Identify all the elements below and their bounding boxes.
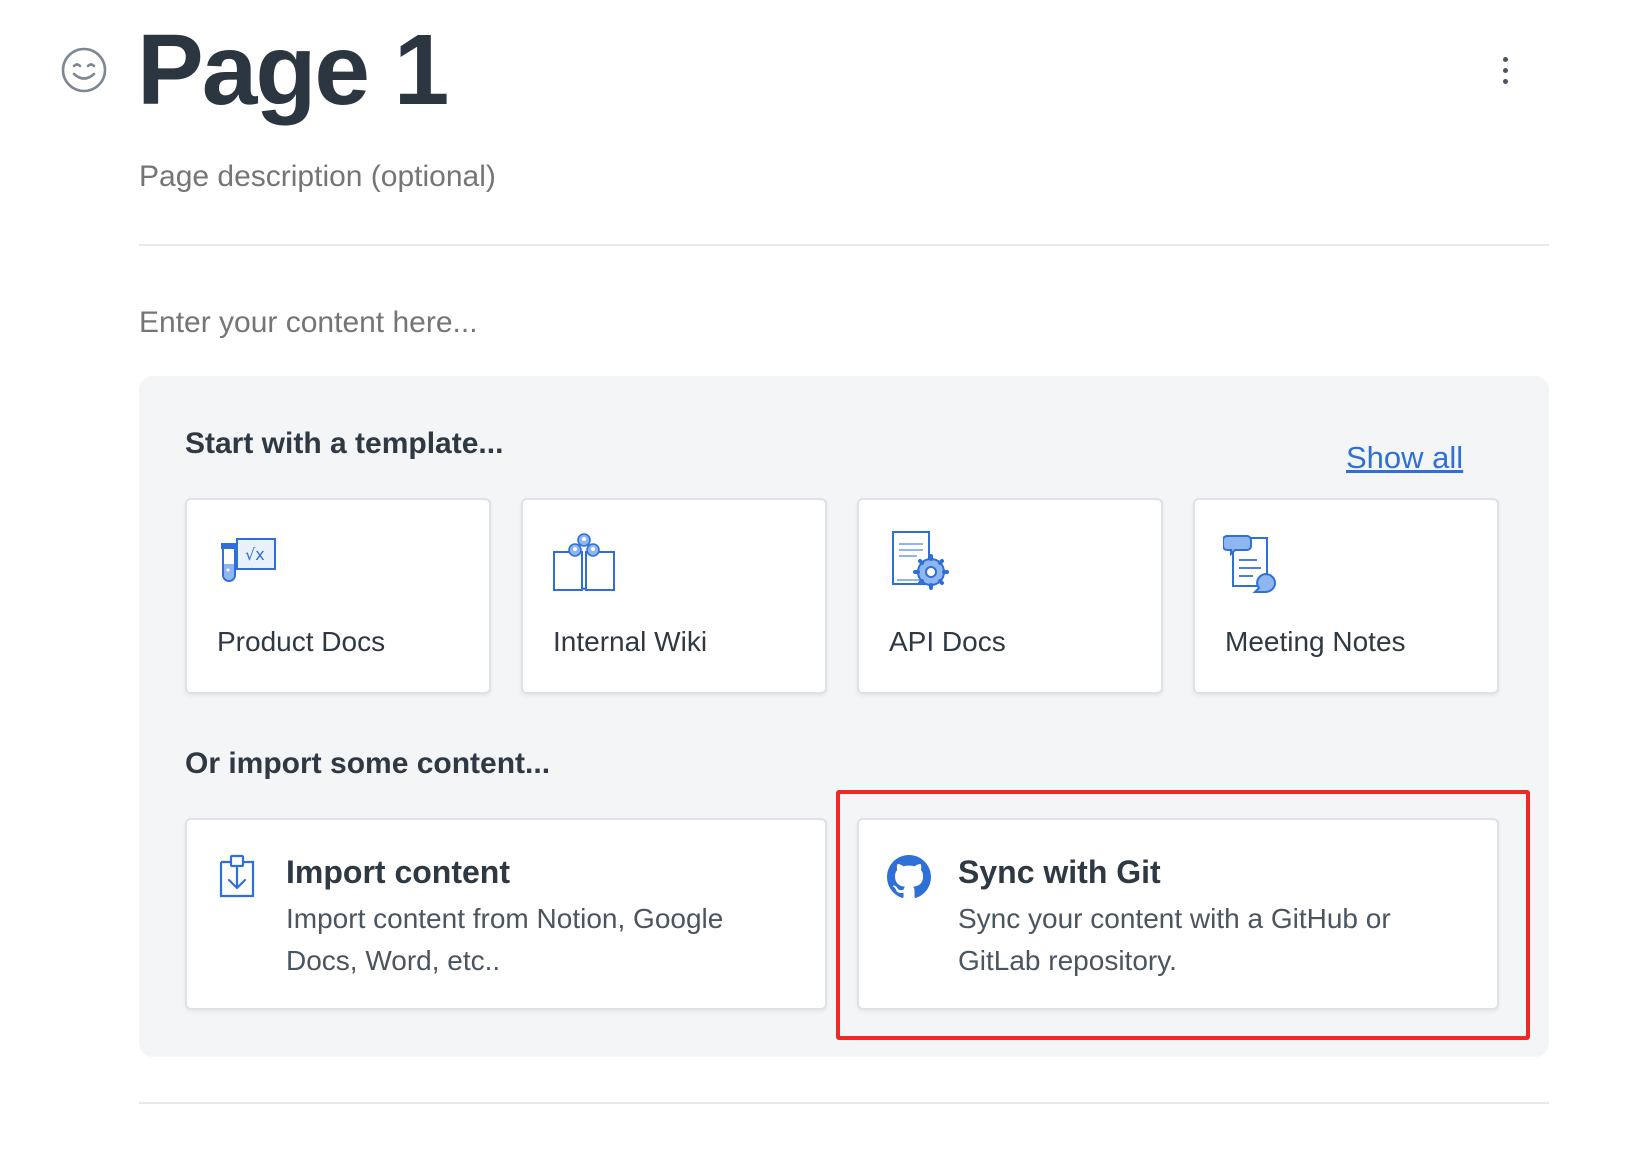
template-card-product-docs[interactable]: √x Product Docs xyxy=(185,498,491,694)
template-card-api-docs[interactable]: API Docs xyxy=(857,498,1163,694)
page-description-input[interactable] xyxy=(139,154,839,200)
templates-heading: Start with a template... xyxy=(185,427,504,460)
import-heading: Or import some content... xyxy=(185,747,551,780)
import-card-title: Import content xyxy=(286,854,510,890)
empty-state-panel: Start with a template... Show all √x Pro… xyxy=(139,376,1549,1057)
github-icon xyxy=(887,854,931,900)
show-all-link[interactable]: Show all xyxy=(1346,438,1463,478)
import-card-description: Import content from Notion, Google Docs,… xyxy=(286,903,724,976)
template-card-meeting-notes[interactable]: Meeting Notes xyxy=(1193,498,1499,694)
template-label: Meeting Notes xyxy=(1225,626,1406,657)
content-editor-input[interactable] xyxy=(139,300,1039,346)
divider xyxy=(139,244,1549,246)
divider xyxy=(139,1102,1549,1104)
template-label: API Docs xyxy=(889,626,1006,657)
sync-card-title: Sync with Git xyxy=(958,854,1161,890)
flask-formula-icon: √x xyxy=(215,530,281,594)
template-label: Internal Wiki xyxy=(553,626,708,657)
document-gear-icon xyxy=(887,530,953,594)
clipboard-download-icon xyxy=(215,854,259,900)
vertical-ellipsis-icon[interactable] xyxy=(1490,50,1520,90)
template-label: Product Docs xyxy=(217,626,386,657)
smiley-face-icon[interactable] xyxy=(60,46,108,94)
page-title[interactable]: Page 1 xyxy=(137,14,449,126)
template-card-internal-wiki[interactable]: Internal Wiki xyxy=(521,498,827,694)
open-book-people-icon xyxy=(551,530,617,594)
sync-with-git-card[interactable]: Sync with Git Sync your content with a G… xyxy=(857,818,1499,1010)
page: Page 1 Start with a template... Show all… xyxy=(0,0,1649,1173)
svg-text:√x: √x xyxy=(245,545,265,564)
sync-card-description: Sync your content with a GitHub or GitLa… xyxy=(958,903,1391,976)
notes-chat-bubbles-icon xyxy=(1222,530,1289,594)
import-content-card[interactable]: Import content Import content from Notio… xyxy=(185,818,827,1010)
